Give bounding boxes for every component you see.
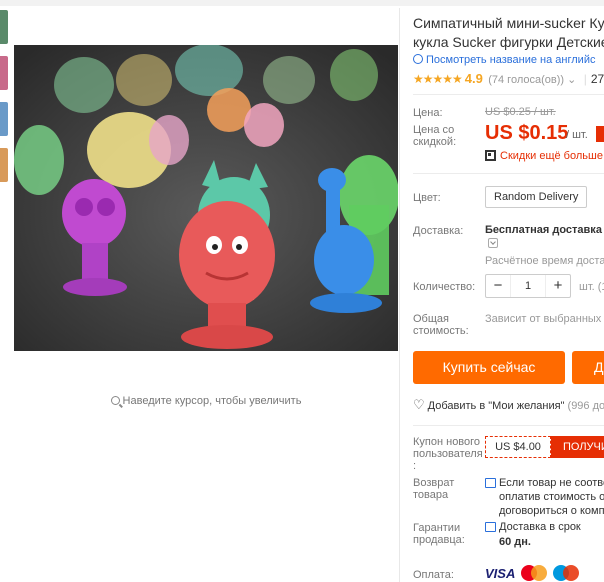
get-coupon-button[interactable]: ПОЛУЧИ bbox=[551, 436, 604, 458]
payment-methods: VISA bbox=[485, 565, 580, 581]
discount-price-label: Цена со скидкой: bbox=[413, 124, 457, 148]
magnifier-icon bbox=[110, 396, 120, 405]
rating-separator: | bbox=[583, 72, 587, 86]
returns-text-line: договориться о комп bbox=[499, 505, 604, 517]
product-title: Симпатичный мини-sucker Кукл кукла Sucke… bbox=[413, 14, 604, 52]
current-price: US $0.15 bbox=[485, 122, 569, 144]
coupon-label: Купон нового пользователя : bbox=[413, 436, 483, 472]
app-discount-promo[interactable]: Скидки ещё больше в bbox=[485, 150, 604, 162]
zoom-hint-text: Наведите курсор, чтобы увеличить bbox=[122, 395, 302, 407]
qr-code-icon bbox=[485, 150, 496, 161]
price-label: Цена: bbox=[413, 107, 443, 119]
guarantee-label: Гарантии продавца: bbox=[413, 522, 465, 546]
color-option-button[interactable]: Random Delivery bbox=[485, 186, 588, 208]
total-label: Общая стоимость: bbox=[413, 313, 469, 337]
add-to-cart-button[interactable]: Д bbox=[572, 351, 604, 384]
product-title-line-1: Симпатичный мини-sucker Кукл bbox=[413, 15, 604, 31]
add-to-wishlist-link[interactable]: ♡Добавить в "Мои желания" (996 доб bbox=[413, 397, 604, 413]
votes-link[interactable]: (74 голоса(ов)) ⌄ bbox=[488, 74, 576, 86]
wishlist-text: Добавить в "Мои желания" bbox=[427, 400, 565, 412]
guarantee-days: 60 дн. bbox=[499, 536, 531, 548]
orders-count: 27 bbox=[590, 72, 604, 86]
returns-text-line: Если товар не соотве bbox=[499, 477, 604, 489]
quantity-input[interactable]: 1 bbox=[510, 275, 546, 297]
divider bbox=[413, 425, 604, 426]
product-photo bbox=[14, 45, 398, 351]
shipping-method: Бесплатная доставка в bbox=[485, 224, 604, 236]
old-price: US $0.25 / шт. bbox=[485, 106, 556, 118]
mastercard-icon bbox=[521, 565, 548, 581]
color-label: Цвет: bbox=[413, 192, 441, 204]
globe-icon bbox=[413, 54, 423, 64]
shipping-estimate: Расчётное время доставки bbox=[485, 255, 604, 267]
product-main-image[interactable] bbox=[14, 45, 398, 351]
translate-link-text: Посмотреть название на английс bbox=[426, 54, 596, 66]
zoom-hint: Наведите курсор, чтобы увеличить bbox=[0, 395, 412, 407]
returns-text-line: оплатив стоимость о bbox=[499, 491, 604, 503]
thumbnail-2[interactable] bbox=[0, 56, 8, 90]
returns-label: Возврат товара bbox=[413, 477, 455, 501]
return-policy-icon bbox=[485, 478, 496, 488]
payment-label: Оплата: bbox=[413, 569, 454, 581]
rating-stars-icon: ★★★★★ bbox=[413, 72, 463, 86]
total-value: Зависит от выбранных х bbox=[485, 313, 604, 325]
discount-badge: - bbox=[596, 126, 604, 142]
translate-title-link[interactable]: Посмотреть название на английс bbox=[413, 54, 595, 66]
price-unit: / шт. bbox=[566, 129, 588, 141]
buy-now-button[interactable]: Купить сейчас bbox=[413, 351, 565, 384]
quantity-decrease-button[interactable]: − bbox=[486, 275, 510, 297]
divider bbox=[413, 94, 604, 95]
product-info-panel: Симпатичный мини-sucker Кукл кукла Sucke… bbox=[413, 0, 604, 582]
visa-icon: VISA bbox=[485, 565, 516, 581]
shipping-label: Доставка: bbox=[413, 225, 464, 237]
thumbnail-1[interactable] bbox=[0, 10, 8, 44]
divider bbox=[413, 173, 604, 174]
app-discount-text: Скидки ещё больше в bbox=[500, 150, 604, 162]
delivery-guarantee-icon bbox=[485, 522, 496, 532]
quantity-increase-button[interactable]: + bbox=[546, 275, 570, 297]
votes-text: (74 голоса(ов)) bbox=[488, 74, 565, 86]
column-divider bbox=[399, 8, 400, 582]
quantity-unit: шт. (1 bbox=[579, 281, 604, 293]
wishlist-count: (996 доб bbox=[567, 400, 604, 412]
quantity-label: Количество: bbox=[413, 281, 476, 293]
rating-row: ★★★★★ 4.9 (74 голоса(ов)) ⌄ | 27 bbox=[413, 71, 604, 86]
guarantee-text: Доставка в срок bbox=[499, 521, 581, 533]
thumbnail-3[interactable] bbox=[0, 102, 8, 136]
quantity-stepper: − 1 + bbox=[485, 274, 571, 298]
shipping-dropdown-chevron-icon[interactable] bbox=[488, 238, 498, 248]
thumbnail-4[interactable] bbox=[0, 148, 8, 182]
heart-icon: ♡ bbox=[413, 397, 425, 412]
returns-text: Если товар не соотве оплатив стоимость о… bbox=[499, 476, 604, 518]
thumbnail-strip bbox=[0, 10, 8, 194]
maestro-icon bbox=[553, 565, 580, 581]
rating-value: 4.9 bbox=[464, 71, 483, 86]
product-title-line-2: кукла Sucker фигурки Детские иг bbox=[413, 34, 604, 50]
coupon-value: US $4.00 bbox=[485, 436, 551, 458]
